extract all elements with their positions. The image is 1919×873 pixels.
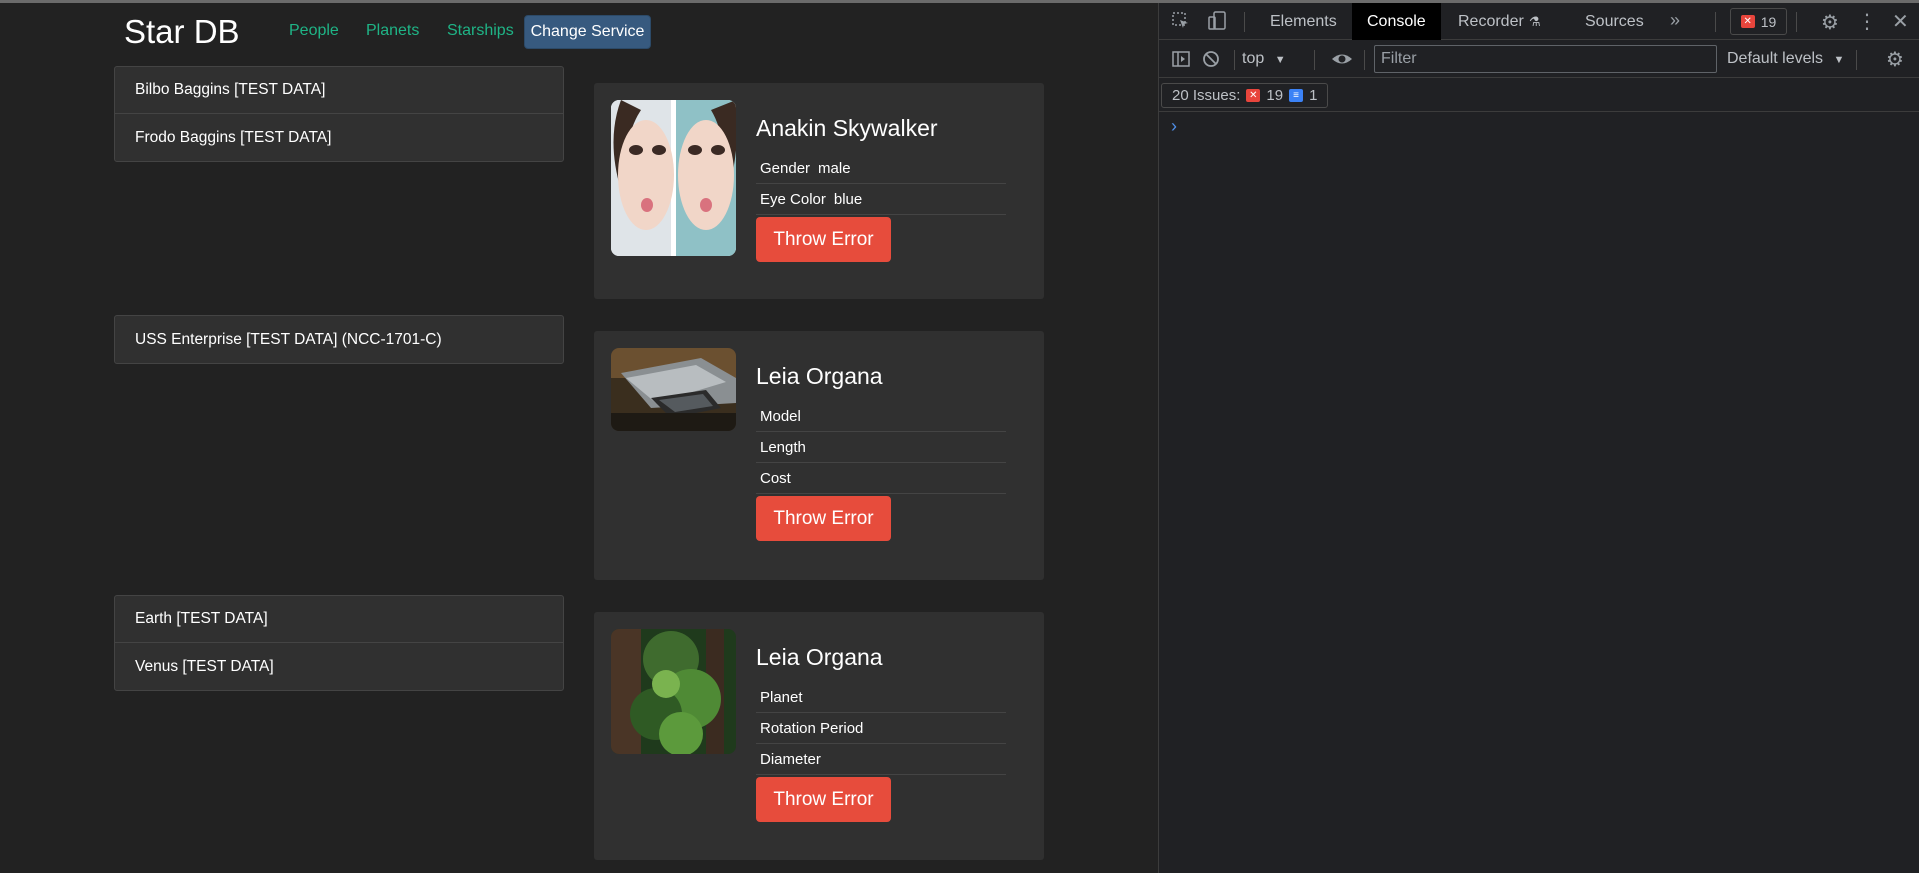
detail-label: Cost — [760, 469, 791, 487]
toolbar-divider — [1314, 50, 1315, 70]
toolbar-divider — [1715, 12, 1716, 32]
issues-error-count: 19 — [1266, 87, 1284, 104]
detail-label: Gender — [760, 159, 811, 177]
detail-label: Planet — [760, 688, 803, 706]
card-title: Leia Organa — [756, 363, 883, 389]
context-label: top — [1242, 50, 1265, 67]
devtools-tab-bar: Elements Console Recorder ⚗ Sources » ✕ … — [1159, 3, 1919, 40]
issues-bar: 20 Issues: ✕ 19 ≡ 1 — [1159, 79, 1919, 112]
clear-console-icon[interactable] — [1201, 49, 1221, 74]
error-counter-button[interactable]: ✕ 19 — [1730, 8, 1787, 35]
list-item[interactable]: Earth [TEST DATA] — [115, 596, 563, 643]
starship-image — [611, 348, 736, 431]
planet-details-card: Leia Organa Planet Rotation Period Diame… — [594, 612, 1044, 860]
eye-icon[interactable] — [1331, 49, 1353, 74]
issues-label: 20 Issues: — [1172, 87, 1241, 104]
more-tabs-icon[interactable]: » — [1670, 10, 1680, 31]
throw-error-button[interactable]: Throw Error — [756, 217, 891, 262]
close-icon[interactable]: ✕ — [1892, 9, 1909, 34]
starship-details-card: Leia Organa Model Length Cost Throw Erro… — [594, 331, 1044, 580]
list-item[interactable]: Bilbo Baggins [TEST DATA] — [115, 67, 563, 114]
issues-info-count: 1 — [1309, 87, 1318, 104]
tab-elements[interactable]: Elements — [1255, 3, 1352, 40]
detail-label: Rotation Period — [760, 719, 864, 737]
dropdown-arrow-icon: ▼ — [1274, 54, 1286, 66]
toolbar-divider — [1234, 50, 1235, 70]
throw-error-button[interactable]: Throw Error — [756, 777, 891, 822]
star-db-app: Star DB People Planets Starships Change … — [0, 3, 1158, 873]
error-icon: ✕ — [1740, 15, 1755, 28]
prompt-chevron-icon[interactable]: › — [1171, 116, 1177, 137]
log-levels-dropdown[interactable]: Default levels ▼ — [1727, 50, 1844, 68]
list-item[interactable]: Venus [TEST DATA] — [115, 643, 563, 690]
throw-error-button[interactable]: Throw Error — [756, 496, 891, 541]
list-item[interactable]: USS Enterprise [TEST DATA] (NCC-1701-C) — [115, 316, 563, 363]
tab-sources[interactable]: Sources — [1570, 3, 1659, 40]
people-list: Bilbo Baggins [TEST DATA] Frodo Baggins … — [114, 66, 564, 162]
nav-starships-link[interactable]: Starships — [447, 22, 514, 40]
detail-label: Eye Color — [760, 190, 826, 208]
nav-planets-link[interactable]: Planets — [366, 22, 419, 40]
detail-label: Model — [760, 407, 801, 425]
change-service-button[interactable]: Change Service — [524, 15, 651, 49]
context-selector[interactable]: top ▼ — [1242, 50, 1286, 68]
device-toggle-icon[interactable] — [1207, 11, 1227, 36]
detail-row: Gender male — [756, 153, 1006, 184]
console-filter-input[interactable] — [1374, 45, 1717, 73]
detail-row: Diameter — [756, 744, 1006, 775]
devtools-panel: Elements Console Recorder ⚗ Sources » ✕ … — [1158, 3, 1919, 873]
flask-icon: ⚗ — [1528, 13, 1541, 29]
list-item[interactable]: Frodo Baggins [TEST DATA] — [115, 114, 563, 161]
tab-recorder[interactable]: Recorder ⚗ — [1443, 3, 1555, 40]
detail-row: Length — [756, 432, 1006, 463]
detail-row: Model — [756, 401, 1006, 432]
toolbar-divider — [1856, 50, 1857, 70]
planets-list: Earth [TEST DATA] Venus [TEST DATA] — [114, 595, 564, 691]
inspect-icon[interactable] — [1171, 11, 1191, 36]
issues-counter-button[interactable]: 20 Issues: ✕ 19 ≡ 1 — [1161, 83, 1329, 108]
starships-list: USS Enterprise [TEST DATA] (NCC-1701-C) — [114, 315, 564, 364]
toolbar-divider — [1364, 50, 1365, 70]
nav-people-link[interactable]: People — [289, 22, 339, 40]
planet-image — [611, 629, 736, 754]
person-details-card: Anakin Skywalker Gender male Eye Color b… — [594, 83, 1044, 299]
tab-console[interactable]: Console — [1352, 3, 1441, 40]
error-icon: ✕ — [1246, 89, 1261, 102]
error-count: 19 — [1760, 13, 1777, 30]
person-details: Anakin Skywalker Gender male Eye Color b… — [756, 115, 1006, 262]
person-image — [611, 100, 736, 256]
dropdown-arrow-icon: ▼ — [1833, 54, 1845, 66]
detail-row: Eye Color blue — [756, 184, 1006, 215]
sidebar-toggle-icon[interactable] — [1171, 49, 1191, 74]
brand-title[interactable]: Star DB — [124, 13, 240, 51]
detail-label: Diameter — [760, 750, 821, 768]
log-levels-label: Default levels — [1727, 50, 1824, 67]
toolbar-divider — [1796, 12, 1797, 32]
settings-icon[interactable]: ⚙ — [1821, 10, 1839, 35]
console-toolbar: top ▼ Default levels ▼ ⚙ — [1159, 41, 1919, 78]
kebab-menu-icon[interactable]: ⋮ — [1857, 9, 1877, 34]
detail-label: Length — [760, 438, 806, 456]
info-icon: ≡ — [1289, 89, 1304, 102]
tab-recorder-label: Recorder — [1458, 12, 1524, 30]
card-title: Leia Organa — [756, 644, 883, 670]
detail-value: blue — [833, 190, 863, 208]
console-settings-icon[interactable]: ⚙ — [1886, 47, 1904, 72]
detail-row: Rotation Period — [756, 713, 1006, 744]
card-title: Anakin Skywalker — [756, 115, 938, 141]
detail-row: Cost — [756, 463, 1006, 494]
toolbar-divider — [1244, 12, 1245, 32]
detail-value: male — [818, 159, 851, 177]
planet-details: Leia Organa Planet Rotation Period Diame… — [756, 644, 1006, 822]
starship-details: Leia Organa Model Length Cost Throw Erro… — [756, 363, 1006, 541]
detail-row: Planet — [756, 682, 1006, 713]
